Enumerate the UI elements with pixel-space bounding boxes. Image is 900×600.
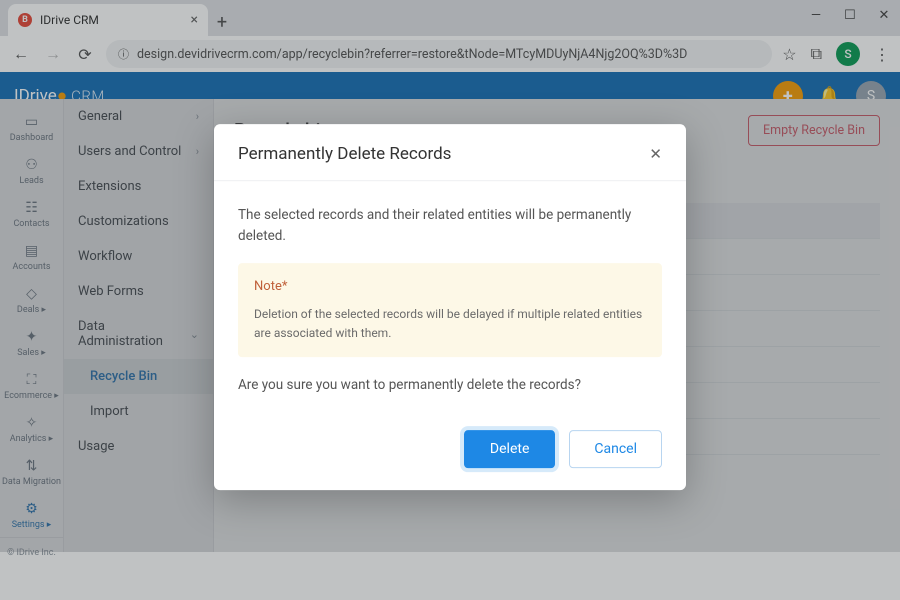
modal-confirm-question: Are you sure you want to permanently del… [238, 376, 662, 397]
modal-title: Permanently Delete Records [238, 144, 451, 164]
confirm-delete-button[interactable]: Delete [464, 430, 555, 468]
note-box: Note* Deletion of the selected records w… [238, 263, 662, 358]
close-icon[interactable]: ✕ [649, 145, 662, 163]
delete-confirm-dialog: Permanently Delete Records ✕ The selecte… [214, 124, 686, 490]
modal-message: The selected records and their related e… [238, 205, 662, 247]
note-title: Note* [254, 277, 646, 297]
cancel-button[interactable]: Cancel [569, 430, 662, 468]
note-text: Deletion of the selected records will be… [254, 305, 646, 343]
